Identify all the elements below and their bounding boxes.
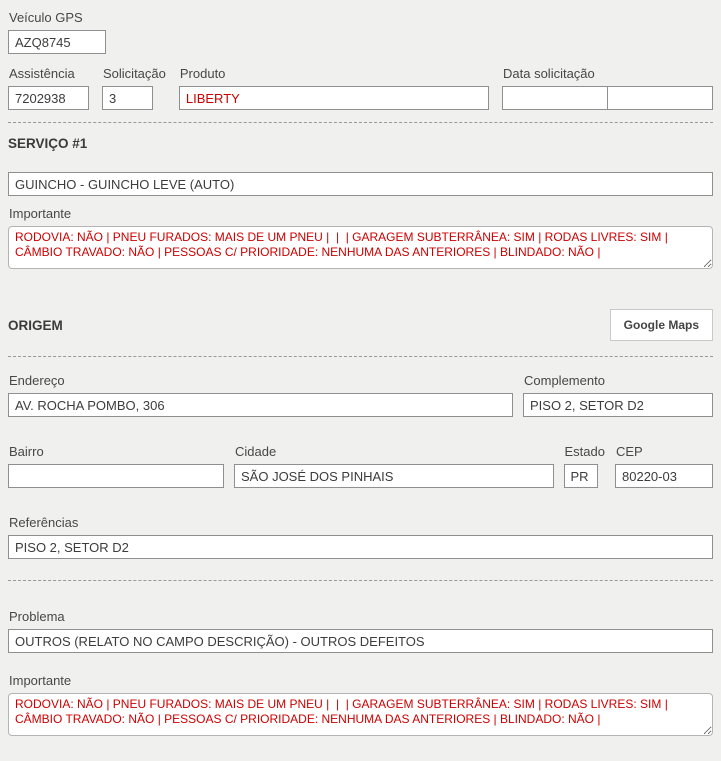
cep-label: CEP (616, 444, 713, 459)
section-divider-1 (8, 122, 713, 123)
cidade-input[interactable] (234, 464, 554, 488)
data-solicitacao-field: Data solicitação (502, 66, 713, 110)
endereco-row: Endereço Complemento (8, 373, 713, 417)
data-solicitacao-label: Data solicitação (503, 66, 713, 81)
cep-input[interactable] (615, 464, 713, 488)
solicitacao-label: Solicitação (103, 66, 166, 81)
bairro-row: Bairro Cidade Estado CEP (8, 444, 713, 488)
bairro-field: Bairro (8, 444, 224, 488)
cidade-label: Cidade (235, 444, 554, 459)
origem-heading-row: ORIGEM Google Maps (8, 309, 713, 341)
service-form-page: Veículo GPS Assistência Solicitação Prod… (0, 0, 721, 761)
servico-input[interactable] (8, 172, 713, 196)
assistencia-input[interactable] (8, 86, 89, 110)
complemento-label: Complemento (524, 373, 713, 388)
complemento-input[interactable] (523, 393, 713, 417)
data-solicitacao-input-2[interactable] (607, 86, 713, 110)
endereco-label: Endereço (9, 373, 513, 388)
bairro-label: Bairro (9, 444, 224, 459)
section-divider-3 (8, 580, 713, 581)
servico-title: SERVIÇO #1 (8, 136, 713, 151)
origem-title: ORIGEM (8, 318, 63, 333)
produto-label: Produto (180, 66, 489, 81)
bairro-input[interactable] (8, 464, 224, 488)
problema-label: Problema (9, 609, 713, 624)
google-maps-button[interactable]: Google Maps (610, 309, 713, 341)
veiculo-gps-label: Veículo GPS (9, 10, 713, 25)
produto-input[interactable] (179, 86, 489, 110)
section-divider-2 (8, 356, 713, 357)
estado-input[interactable] (564, 464, 598, 488)
cep-field: CEP (615, 444, 713, 488)
endereco-field: Endereço (8, 373, 513, 417)
solicitacao-input[interactable] (102, 86, 153, 110)
importante-textarea[interactable]: RODOVIA: NÃO | PNEU FURADOS: MAIS DE UM … (8, 226, 713, 269)
assistencia-field: Assistência (8, 66, 89, 110)
data-solicitacao-inputs (502, 86, 713, 110)
cidade-field: Cidade (234, 444, 554, 488)
solicitacao-field: Solicitação (102, 66, 166, 110)
estado-field: Estado (564, 444, 605, 488)
data-solicitacao-input-1[interactable] (502, 86, 608, 110)
veiculo-gps-field: Veículo GPS (8, 10, 713, 54)
referencias-input[interactable] (8, 535, 713, 559)
assistencia-label: Assistência (9, 66, 89, 81)
importante-label: Importante (9, 206, 713, 221)
referencias-label: Referências (9, 515, 713, 530)
problema-input[interactable] (8, 629, 713, 653)
complemento-field: Complemento (523, 373, 713, 417)
endereco-input[interactable] (8, 393, 513, 417)
estado-label: Estado (565, 444, 605, 459)
header-fields-row: Assistência Solicitação Produto Data sol… (8, 66, 713, 110)
veiculo-gps-input[interactable] (8, 30, 106, 54)
importante-2-label: Importante (9, 673, 713, 688)
importante-2-textarea[interactable]: RODOVIA: NÃO | PNEU FURADOS: MAIS DE UM … (8, 693, 713, 736)
produto-field: Produto (179, 66, 489, 110)
